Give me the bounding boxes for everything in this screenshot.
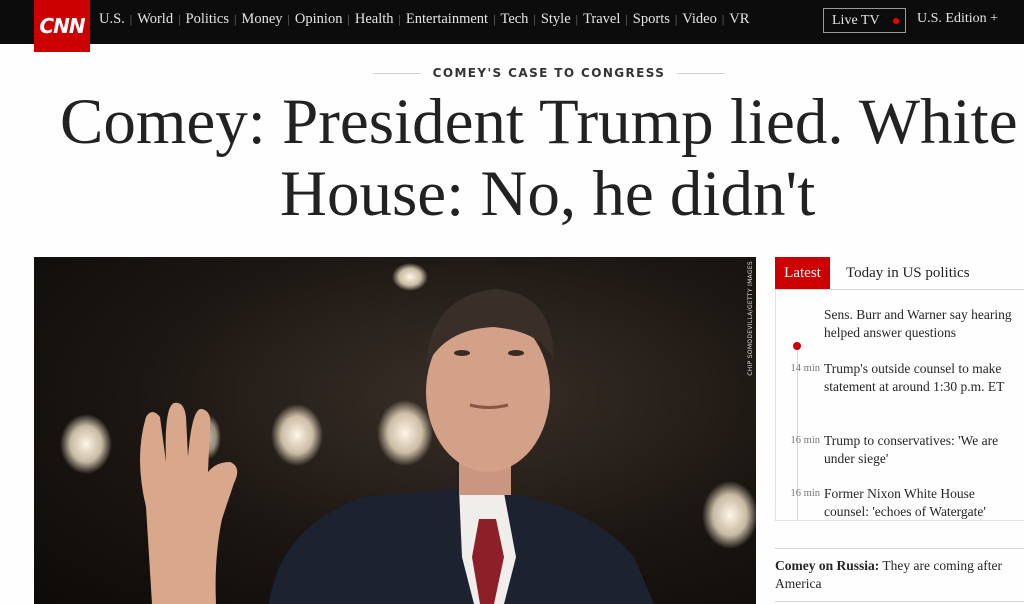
tab-today-in-us-politics[interactable]: Today in US politics: [830, 257, 1024, 289]
feed-item[interactable]: 16 min Former Nixon White House counsel:…: [776, 485, 1024, 520]
live-tv-button[interactable]: Live TV: [823, 8, 906, 33]
nav-separator: |: [234, 12, 237, 26]
kicker-rule-right: [677, 72, 726, 74]
nav-links: U.S. | World | Politics | Money | Opinion | H…: [99, 11, 749, 28]
photo-credit: CHIP SOMODEVILLA/GETTY IMAGES: [747, 261, 754, 376]
feed-item-time: [776, 306, 824, 342]
nav-link-opinion[interactable]: Opinion: [295, 11, 343, 28]
kicker-rule-left: [372, 72, 421, 74]
feed-item-text[interactable]: Trump's outside counsel to make statemen…: [824, 360, 1019, 396]
feed-item-text[interactable]: Trump to conservatives: 'We are under si…: [824, 432, 1019, 468]
nav-link-health[interactable]: Health: [355, 11, 394, 28]
nav-separator: |: [398, 12, 401, 26]
headline-line-2[interactable]: House: No, he didn't: [280, 158, 815, 230]
cnn-logo[interactable]: CNN: [34, 0, 90, 52]
new-item-dot-icon: [793, 342, 801, 350]
nav-link-us[interactable]: U.S.: [99, 11, 125, 28]
kicker-text[interactable]: COMEY'S CASE TO CONGRESS: [433, 66, 666, 80]
nav-link-sports[interactable]: Sports: [633, 11, 670, 28]
top-nav: CNN U.S. | World | Politics | Money | Opinio…: [0, 0, 1024, 52]
nav-separator: |: [674, 12, 678, 26]
feed-item-time: 16 min: [790, 488, 820, 499]
nav-separator: |: [721, 12, 725, 26]
edition-selector[interactable]: U.S. Edition +: [917, 11, 998, 27]
nav-link-video[interactable]: Video: [682, 11, 717, 28]
nav-link-entertainment[interactable]: Entertainment: [406, 11, 488, 28]
nav-separator: |: [347, 12, 350, 26]
feed-item[interactable]: 16 min Trump to conservatives: 'We are u…: [776, 432, 1024, 468]
nav-link-money[interactable]: Money: [241, 11, 282, 28]
divider: [775, 601, 1024, 602]
kicker: COMEY'S CASE TO CONGRESS: [0, 66, 1024, 80]
nav-link-politics[interactable]: Politics: [186, 11, 230, 28]
headline[interactable]: Comey: President Trump lied. White House…: [60, 86, 1024, 230]
nav-separator: |: [178, 12, 181, 26]
feed-item-text[interactable]: Sens. Burr and Warner say hearing helped…: [824, 306, 1019, 342]
headline-line-1[interactable]: Comey: President Trump lied. White: [60, 86, 1024, 158]
logo-text: CNN: [39, 14, 85, 38]
comey-sworn-in-illustration: [60, 263, 756, 604]
nav-link-travel[interactable]: Travel: [583, 11, 620, 28]
panel-tabs: Latest Today in US politics: [775, 257, 1024, 290]
latest-panel: Latest Today in US politics Sens. Burr a…: [775, 257, 1024, 521]
nav-separator: |: [533, 12, 536, 26]
feed-item-text[interactable]: Former Nixon White House counsel: 'echoe…: [824, 485, 1019, 520]
side-story-label: Comey on Russia:: [775, 558, 880, 573]
live-tv-label: Live TV: [832, 12, 880, 28]
nav-separator: |: [493, 12, 496, 26]
latest-feed[interactable]: Sens. Burr and Warner say hearing helped…: [775, 290, 1024, 521]
nav-separator: |: [625, 12, 628, 26]
nav-link-style[interactable]: Style: [541, 11, 571, 28]
nav-separator: |: [129, 12, 133, 26]
nav-separator: |: [287, 12, 290, 26]
lead-photo[interactable]: CHIP SOMODEVILLA/GETTY IMAGES: [34, 257, 756, 604]
feed-item-time: 16 min: [790, 435, 820, 446]
feed-item[interactable]: 14 min Trump's outside counsel to make s…: [776, 360, 1024, 396]
feed-item-time: 14 min: [790, 363, 820, 374]
nav-link-tech[interactable]: Tech: [500, 11, 528, 28]
feed-item[interactable]: Sens. Burr and Warner say hearing helped…: [776, 306, 1024, 342]
side-story-link[interactable]: Comey on Russia: They are coming after A…: [775, 548, 1024, 593]
nav-link-vr[interactable]: VR: [729, 11, 749, 28]
tab-latest[interactable]: Latest: [775, 257, 830, 289]
nav-link-world[interactable]: World: [137, 11, 173, 28]
live-dot-icon: [892, 17, 899, 24]
nav-separator: |: [575, 12, 579, 26]
